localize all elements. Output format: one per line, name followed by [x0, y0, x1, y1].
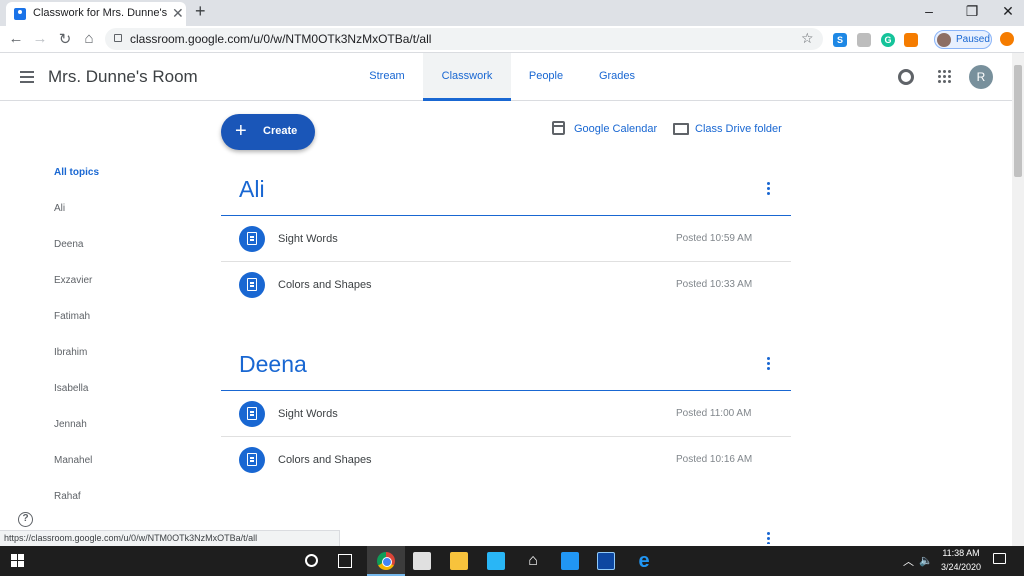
mail-icon[interactable] [561, 552, 579, 570]
assignment-title[interactable]: Colors and Shapes [278, 279, 372, 291]
status-url: https://classroom.google.com/u/0/w/NTM0O… [4, 533, 258, 543]
gear-icon[interactable] [898, 69, 914, 85]
topic-ibrahim[interactable]: Ibrahim [54, 347, 87, 358]
topic-fatimah[interactable]: Fatimah [54, 311, 90, 322]
assignment-posted-time: Posted 10:16 AM [676, 454, 753, 465]
home-taskbar-icon[interactable]: ⌂ [524, 552, 542, 570]
update-icon[interactable] [1000, 32, 1014, 46]
topic-manahel[interactable]: Manahel [54, 455, 92, 466]
topic-exzavier[interactable]: Exzavier [54, 275, 92, 286]
tab-stream[interactable]: Stream [366, 70, 408, 82]
file-explorer-icon[interactable] [450, 552, 468, 570]
assignment-posted-time: Posted 11:00 AM [676, 408, 752, 419]
browser-tab-title: Classwork for Mrs. Dunne's Room [33, 7, 168, 19]
profile-avatar-icon [937, 33, 951, 47]
taskbar-time[interactable]: 11:38 AM [936, 548, 986, 558]
assignment-row[interactable]: Sight Words Posted 11:00 AM [221, 391, 791, 437]
topic-rahaf[interactable]: Rahaf [54, 491, 81, 502]
profile-paused-button[interactable]: Paused [934, 30, 992, 49]
volume-icon[interactable]: 🔈 [919, 554, 933, 567]
plus-icon: + [235, 120, 247, 142]
extension-orange-icon[interactable] [904, 33, 918, 47]
window-close-icon[interactable]: ✕ [993, 3, 1023, 20]
task-view-icon[interactable] [338, 554, 352, 568]
store-icon[interactable] [413, 552, 431, 570]
grammarly-extension-icon[interactable]: G [881, 33, 895, 47]
cortana-search-icon[interactable] [305, 554, 318, 567]
minimize-icon[interactable]: – [914, 3, 944, 19]
calendar-icon[interactable] [552, 121, 565, 135]
home-icon[interactable]: ⌂ [79, 30, 99, 47]
create-button[interactable]: + Create [221, 114, 315, 150]
apps-grid-icon[interactable] [938, 70, 952, 84]
browser-tab[interactable]: Classwork for Mrs. Dunne's Room ✕ [6, 2, 186, 26]
assignment-row[interactable]: Colors and Shapes Posted 10:16 AM [221, 437, 791, 483]
topic-ali[interactable]: Ali [54, 203, 65, 214]
help-icon[interactable]: ? [18, 512, 33, 527]
section-more-icon[interactable] [767, 182, 771, 196]
account-avatar[interactable]: R [969, 65, 993, 89]
main-menu-icon[interactable] [20, 71, 34, 83]
address-url[interactable]: classroom.google.com/u/0/w/NTM0OTk3NzMxO… [130, 32, 431, 46]
tab-classwork[interactable]: Classwork [423, 70, 511, 82]
topic-jennah[interactable]: Jennah [54, 419, 87, 430]
extension-gray-icon[interactable] [857, 33, 871, 47]
active-tab-indicator [423, 98, 511, 101]
folder-icon[interactable] [673, 123, 689, 135]
section-title-ali[interactable]: Ali [239, 176, 265, 203]
assignment-title[interactable]: Sight Words [278, 233, 338, 245]
profile-status-label: Paused [956, 34, 990, 45]
assignment-icon [239, 272, 265, 298]
google-calendar-link[interactable]: Google Calendar [574, 123, 657, 135]
assignment-icon [239, 401, 265, 427]
class-drive-folder-link[interactable]: Class Drive folder [695, 123, 782, 135]
close-tab-icon[interactable]: ✕ [172, 5, 184, 22]
windows-taskbar: ⌂ e ︿ 🔈 11:38 AM 3/24/2020 [0, 546, 1024, 576]
tab-people[interactable]: People [524, 70, 568, 82]
section-more-icon[interactable] [767, 357, 771, 371]
topic-isabella[interactable]: Isabella [54, 383, 88, 394]
restore-icon[interactable]: ❐ [957, 3, 987, 20]
create-button-label: Create [263, 125, 298, 137]
scrollbar-thumb[interactable] [1014, 65, 1022, 177]
assignment-posted-time: Posted 10:59 AM [676, 233, 753, 244]
topic-all-topics[interactable]: All topics [54, 167, 99, 178]
assignment-title[interactable]: Colors and Shapes [278, 454, 372, 466]
bookmark-star-icon[interactable]: ☆ [801, 30, 814, 47]
section-more-icon[interactable] [767, 532, 771, 544]
remote-desktop-icon[interactable] [597, 552, 615, 570]
extension-s-icon[interactable]: S [833, 33, 847, 47]
notifications-icon[interactable] [993, 553, 1006, 564]
assignment-row[interactable]: Colors and Shapes Posted 10:33 AM [221, 262, 791, 308]
topic-deena[interactable]: Deena [54, 239, 83, 250]
assignment-icon [239, 226, 265, 252]
assignment-posted-time: Posted 10:33 AM [676, 279, 753, 290]
assignment-icon [239, 447, 265, 473]
photos-icon[interactable] [487, 552, 505, 570]
chrome-icon [377, 552, 395, 570]
assignment-title[interactable]: Sight Words [278, 408, 338, 420]
new-tab-icon[interactable]: + [195, 1, 206, 22]
classroom-header: Mrs. Dunne's Room Stream Classwork Peopl… [0, 53, 1012, 101]
browser-status-bar: https://classroom.google.com/u/0/w/NTM0O… [0, 530, 340, 546]
assignment-row[interactable]: Sight Words Posted 10:59 AM [221, 216, 791, 262]
taskbar-date[interactable]: 3/24/2020 [936, 562, 986, 572]
address-bar[interactable]: classroom.google.com/u/0/w/NTM0OTk3NzMxO… [105, 28, 823, 50]
tab-grades[interactable]: Grades [595, 70, 639, 82]
browser-tab-strip: Classwork for Mrs. Dunne's Room ✕ + – ❐ … [0, 0, 1024, 26]
class-title[interactable]: Mrs. Dunne's Room [48, 67, 198, 87]
section-title-deena[interactable]: Deena [239, 351, 307, 378]
edge-icon[interactable]: e [635, 551, 653, 571]
windows-start-icon[interactable] [11, 554, 25, 568]
forward-icon[interactable]: → [30, 30, 50, 47]
tray-chevron-up-icon[interactable]: ︿ [903, 553, 914, 569]
classroom-favicon-icon [14, 8, 26, 20]
lock-icon [114, 34, 122, 42]
reload-icon[interactable]: ↻ [55, 30, 75, 48]
back-icon[interactable]: ← [6, 30, 26, 47]
